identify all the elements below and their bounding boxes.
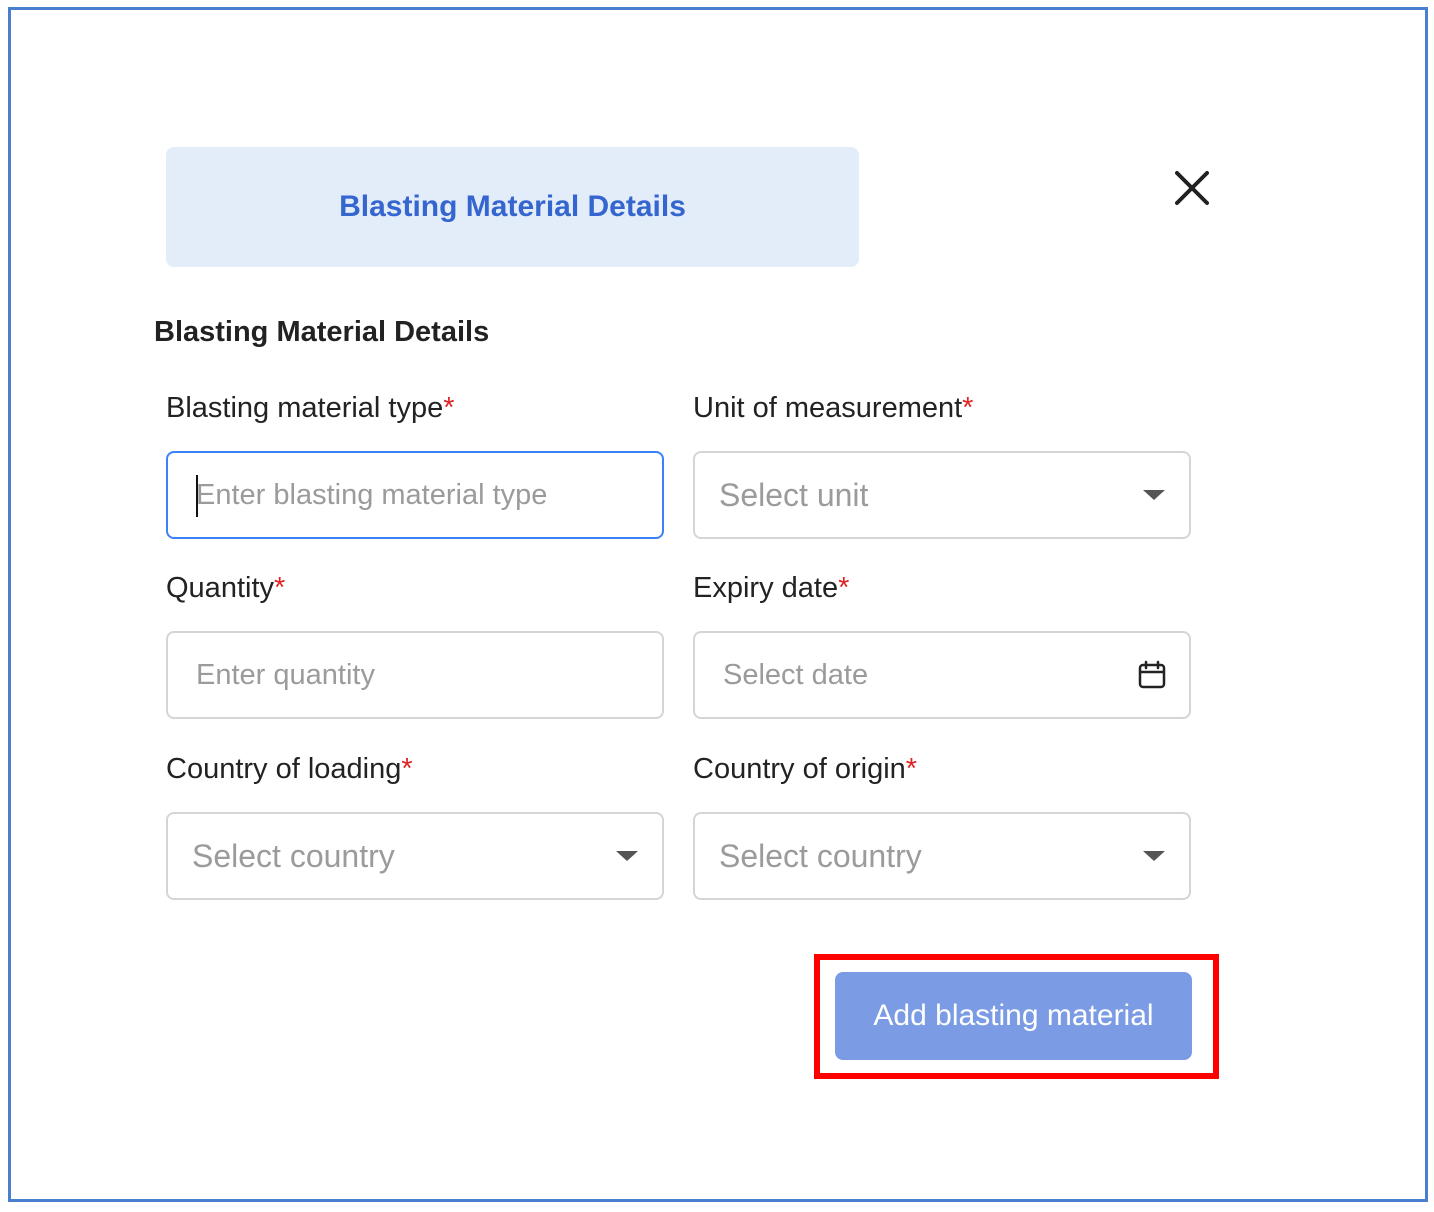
modal-tab-title: Blasting Material Details: [339, 190, 686, 223]
required-marker: *: [274, 572, 286, 604]
required-marker: *: [401, 753, 413, 785]
close-icon[interactable]: [1172, 168, 1212, 208]
required-marker: *: [443, 392, 455, 424]
expiry-date-picker[interactable]: Select date: [693, 631, 1191, 719]
material-type-input[interactable]: [168, 478, 662, 512]
quantity-input[interactable]: [168, 658, 662, 692]
add-blasting-material-button[interactable]: Add blasting material: [835, 972, 1192, 1060]
country-origin-placeholder: Select country: [719, 837, 922, 874]
country-loading-label: Country of loading*: [166, 753, 413, 786]
required-marker: *: [905, 753, 918, 785]
country-origin-label-text: Country of origin: [693, 753, 906, 785]
section-title: Blasting Material Details: [154, 316, 490, 348]
country-loading-label-text: Country of loading: [166, 753, 402, 785]
text-cursor: [196, 475, 198, 517]
unit-label-text: Unit of measurement: [693, 392, 963, 424]
expiry-date-label: Expiry date*: [693, 572, 849, 605]
quantity-label: Quantity*: [166, 572, 285, 605]
unit-label: Unit of measurement*: [693, 392, 973, 425]
calendar-icon[interactable]: [1137, 660, 1167, 690]
modal-header-tab: Blasting Material Details: [166, 147, 859, 267]
quantity-field[interactable]: [166, 631, 664, 719]
unit-select[interactable]: Select unit: [693, 451, 1191, 539]
country-loading-placeholder: Select country: [192, 837, 395, 874]
caret-down-icon: [616, 851, 638, 861]
unit-select-placeholder: Select unit: [719, 476, 869, 513]
material-type-label-text: Blasting material type: [166, 392, 444, 424]
country-loading-select[interactable]: Select country: [166, 812, 664, 900]
required-marker: *: [962, 392, 974, 424]
material-type-field[interactable]: [166, 451, 664, 539]
expiry-date-placeholder: Select date: [723, 658, 869, 691]
caret-down-icon: [1143, 851, 1165, 861]
country-origin-label: Country of origin*: [693, 753, 917, 786]
material-type-label: Blasting material type*: [166, 392, 455, 425]
required-marker: *: [838, 572, 850, 604]
quantity-label-text: Quantity: [166, 572, 274, 604]
caret-down-icon: [1143, 490, 1165, 500]
country-origin-select[interactable]: Select country: [693, 812, 1191, 900]
expiry-date-label-text: Expiry date: [693, 572, 839, 604]
